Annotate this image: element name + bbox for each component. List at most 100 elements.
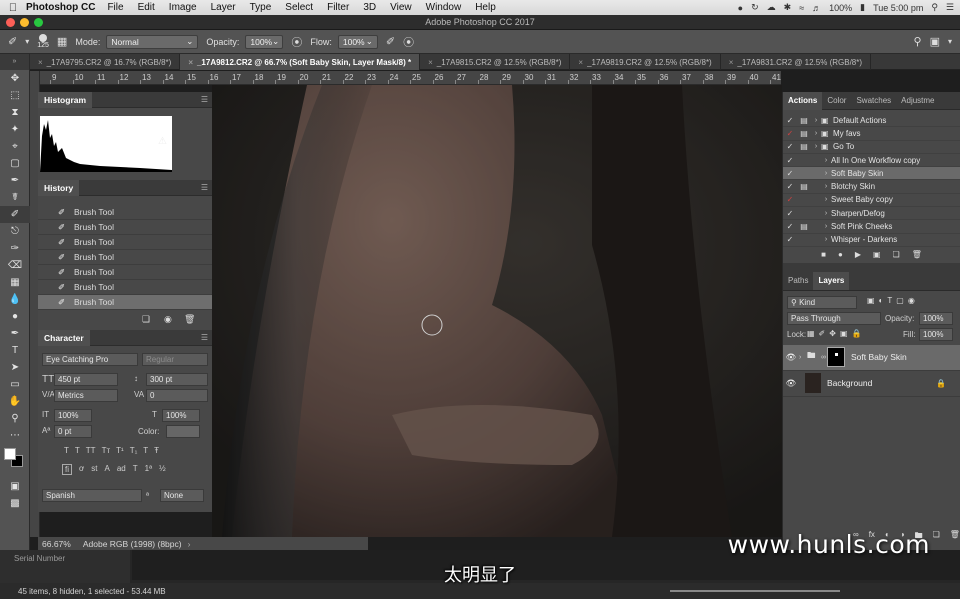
- foreground-color-swatch[interactable]: [4, 448, 16, 460]
- eraser-tool-icon[interactable]: ⌫: [0, 257, 30, 274]
- language-select[interactable]: Spanish: [42, 489, 142, 502]
- ordinals-icon[interactable]: 1ª: [145, 464, 152, 475]
- text-color-swatch[interactable]: [166, 425, 200, 438]
- marquee-tool-icon[interactable]: ⬚: [0, 87, 30, 104]
- pressure-size-icon[interactable]: ⦿: [403, 34, 414, 50]
- history-tab[interactable]: History: [38, 179, 80, 196]
- checkmark-icon[interactable]: ✓: [783, 209, 797, 218]
- underline-icon[interactable]: T: [143, 446, 148, 455]
- tab-paths[interactable]: Paths: [783, 272, 813, 290]
- tab-17a9812[interactable]: × _17A9812.CR2 @ 66.7% (Soft Baby Skin, L…: [180, 54, 421, 70]
- lasso-tool-icon[interactable]: ⧗: [0, 104, 30, 121]
- kerning-field[interactable]: Metrics: [54, 389, 118, 402]
- blur-tool-icon[interactable]: 💧: [0, 291, 30, 308]
- chevron-right-icon[interactable]: ›: [821, 183, 831, 190]
- action-row[interactable]: ✓ ▤ › ▣ My favs: [783, 127, 960, 141]
- menu-type[interactable]: Type: [250, 2, 272, 13]
- brush-preset-icon[interactable]: ✐: [8, 35, 17, 48]
- layer-filter-select[interactable]: ⚲ Kind: [787, 295, 857, 309]
- chevron-right-icon[interactable]: ›: [821, 196, 831, 203]
- all-caps-icon[interactable]: TT: [86, 446, 96, 455]
- warning-icon[interactable]: ⚠: [158, 136, 167, 147]
- chevron-right-icon[interactable]: ›: [188, 539, 191, 549]
- zoom-readout[interactable]: 66.67%: [42, 539, 71, 549]
- tab-17a9819[interactable]: × _17A9819.CR2 @ 12.5% (RGB/8*): [570, 54, 721, 70]
- font-style-select[interactable]: Regular: [142, 353, 208, 366]
- history-step[interactable]: ✐ Brush Tool: [38, 265, 212, 280]
- baseline-shift-field[interactable]: 0 pt: [54, 425, 92, 438]
- checkmark-icon[interactable]: ✓: [783, 116, 797, 125]
- checkmark-icon[interactable]: ✓: [783, 182, 797, 191]
- strikethrough-icon[interactable]: Ŧ: [154, 446, 159, 455]
- subscript-icon[interactable]: T₁: [130, 446, 138, 455]
- action-row[interactable]: ✓ › Sharpen/Defog: [783, 207, 960, 221]
- chevron-right-icon[interactable]: ›: [799, 354, 807, 361]
- history-step[interactable]: ✐ Brush Tool: [38, 220, 212, 235]
- superscript-icon[interactable]: T¹: [116, 446, 124, 455]
- stylistic-alt-icon[interactable]: ad: [117, 464, 126, 475]
- spotlight-icon[interactable]: ⚲: [931, 2, 938, 13]
- chevron-right-icon[interactable]: ›: [821, 170, 831, 177]
- cloud-icon[interactable]: ☁: [767, 2, 776, 13]
- more-tools-icon[interactable]: ⋯: [0, 427, 30, 444]
- dialog-toggle-icon[interactable]: ▤: [797, 142, 811, 151]
- thumbnail-size-slider[interactable]: [670, 590, 840, 592]
- trash-icon[interactable]: 🗑: [184, 314, 195, 325]
- eyedropper-tool-icon[interactable]: ✒: [0, 172, 30, 189]
- swash-icon[interactable]: A: [104, 464, 109, 475]
- tab-17a9795[interactable]: × _17A9795.CR2 @ 16.7% (RGB/8*): [30, 54, 181, 70]
- close-icon[interactable]: ×: [428, 58, 433, 67]
- menu-help[interactable]: Help: [475, 2, 496, 13]
- hand-tool-icon[interactable]: ✋: [0, 393, 30, 410]
- apple-icon[interactable]: : [0, 2, 26, 14]
- brush-size-picker[interactable]: 125: [37, 34, 49, 49]
- tab-actions[interactable]: Actions: [783, 91, 823, 110]
- notification-icon[interactable]: ☰: [946, 2, 954, 13]
- crop-tool-icon[interactable]: ⌖: [0, 138, 30, 155]
- color-profile[interactable]: Adobe RGB (1998) (8bpc): [83, 539, 182, 549]
- faux-italic-icon[interactable]: T: [75, 446, 80, 455]
- brush-tool-icon[interactable]: ✐: [0, 206, 30, 223]
- action-row[interactable]: ✓ ▤ › Blotchy Skin: [783, 180, 960, 194]
- leading-field[interactable]: 300 pt: [146, 373, 208, 386]
- app-menu[interactable]: Photoshop CC: [26, 2, 95, 13]
- font-family-select[interactable]: Eye Catching Pro: [42, 353, 138, 366]
- layer-opacity-field[interactable]: 100%: [919, 311, 953, 325]
- small-caps-icon[interactable]: Tт: [102, 446, 111, 455]
- workspace-chevron-icon[interactable]: ▾: [948, 37, 952, 46]
- action-row[interactable]: ✓ › Soft Baby Skin: [783, 167, 960, 181]
- panel-menu-icon[interactable]: ☰: [201, 183, 208, 192]
- checkmark-icon[interactable]: ✓: [783, 169, 797, 178]
- snapshot-icon[interactable]: ◉: [164, 314, 172, 325]
- histogram-tab[interactable]: Histogram: [38, 91, 93, 108]
- path-select-tool-icon[interactable]: ➤: [0, 359, 30, 376]
- menu-layer[interactable]: Layer: [211, 2, 236, 13]
- menu-3d[interactable]: 3D: [363, 2, 376, 13]
- checkmark-icon[interactable]: ✓: [783, 222, 797, 231]
- action-row[interactable]: ✓ › Sweet Baby copy: [783, 194, 960, 208]
- record-icon[interactable]: ●: [738, 3, 743, 13]
- fractions-icon[interactable]: ½: [159, 464, 166, 475]
- wifi-icon[interactable]: ≈: [799, 3, 804, 13]
- action-row[interactable]: ✓ › Whisper - Darkens: [783, 234, 960, 247]
- tab-layers[interactable]: Layers: [813, 272, 850, 291]
- new-action-icon[interactable]: ❏: [893, 250, 900, 259]
- chevron-right-icon[interactable]: ›: [821, 157, 831, 164]
- font-size-field[interactable]: 450 pt: [54, 373, 118, 386]
- clock[interactable]: Tue 5:00 pm: [873, 3, 923, 13]
- new-set-icon[interactable]: ▣: [873, 250, 881, 259]
- menu-file[interactable]: File: [107, 2, 123, 13]
- quick-mask-icon[interactable]: ▣: [0, 478, 30, 495]
- menu-filter[interactable]: Filter: [327, 2, 349, 13]
- volume-icon[interactable]: ♬: [812, 3, 821, 13]
- contextual-alt-icon[interactable]: ơ: [79, 464, 84, 475]
- checkmark-icon[interactable]: ✓: [783, 235, 797, 244]
- tracking-field[interactable]: 0: [146, 389, 208, 402]
- mode-select[interactable]: Normal ⌄: [106, 34, 199, 49]
- blend-mode-select[interactable]: Pass Through: [787, 311, 881, 325]
- layer-background[interactable]: 👁 Background 🔒: [783, 371, 960, 397]
- history-brush-tool-icon[interactable]: ✑: [0, 240, 30, 257]
- pen-tool-icon[interactable]: ✒: [0, 325, 30, 342]
- history-step-current[interactable]: ✐ Brush Tool: [38, 295, 212, 310]
- tab-swatches[interactable]: Swatches: [851, 92, 896, 110]
